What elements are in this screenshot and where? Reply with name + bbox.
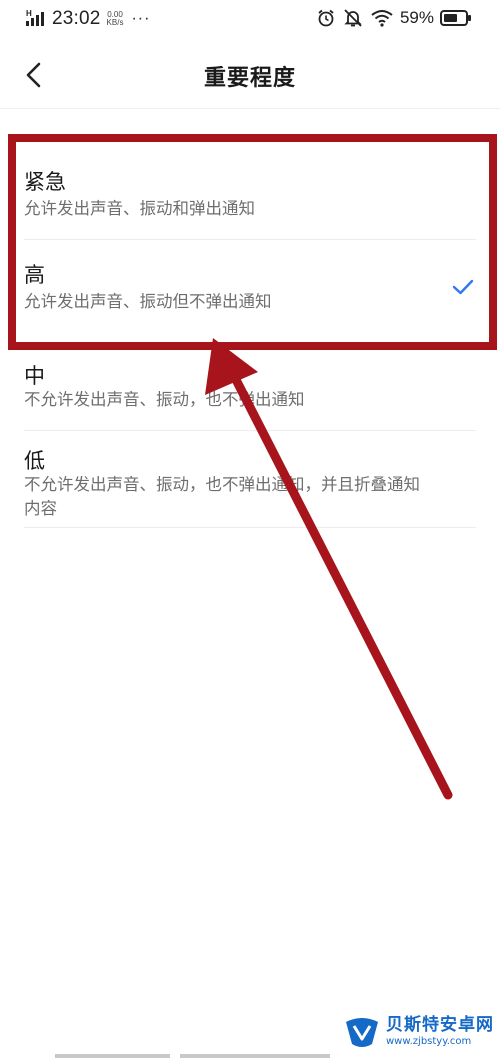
- option-title: 低: [24, 449, 45, 473]
- check-icon: [452, 279, 474, 295]
- network-type: H: [26, 9, 32, 18]
- battery-percent: 59%: [399, 8, 434, 27]
- option-description: 允许发出声音、振动和弹出通知: [24, 199, 255, 218]
- net-speed-unit: KB/s: [106, 18, 124, 27]
- bottom-strip: [55, 1054, 170, 1058]
- status-left: H 23:02 0.00 KB/s ···: [26, 8, 150, 30]
- option-title: 高: [24, 263, 45, 287]
- overflow-icon: ···: [131, 10, 151, 27]
- title-bar: 重要程度: [0, 44, 500, 109]
- bottom-strip: [180, 1054, 330, 1058]
- option-high[interactable]: 高 允许发出声音、振动但不弹出通知: [0, 240, 500, 335]
- status-time: 23:02: [52, 8, 101, 29]
- option-description: 不允许发出声音、振动，也不弹出通知: [24, 390, 305, 409]
- signal-icon: H: [26, 9, 48, 28]
- watermark-name: 贝斯特安卓网: [386, 1015, 494, 1035]
- alarm-icon: [318, 9, 334, 27]
- option-description: 不允许发出声音、振动，也不弹出通知，并且折叠通知内容: [24, 475, 420, 518]
- divider: [24, 430, 476, 431]
- watermark-url: www.zjbstyy.com: [386, 1036, 472, 1047]
- status-right: 59%: [316, 8, 472, 28]
- watermark-logo-icon: [346, 1018, 378, 1047]
- page-title: 重要程度: [203, 66, 296, 91]
- battery-icon: [440, 10, 471, 26]
- option-title: 紧急: [24, 170, 66, 194]
- option-title: 中: [24, 364, 45, 388]
- option-description: 允许发出声音、振动但不弹出通知: [24, 292, 272, 311]
- option-urgent[interactable]: 紧急 允许发出声音、振动和弹出通知: [0, 150, 500, 240]
- watermark: 贝斯特安卓网 www.zjbstyy.com: [342, 1012, 494, 1052]
- net-speed: 0.00 KB/s: [107, 11, 124, 27]
- status-bar: H 23:02 0.00 KB/s ··· 59%: [0, 0, 500, 40]
- mute-bell-icon: [344, 9, 362, 27]
- option-medium[interactable]: 中 不允许发出声音、振动，也不弹出通知: [0, 340, 500, 432]
- watermark-text: 贝斯特安卓网 www.zjbstyy.com: [386, 1017, 494, 1047]
- divider: [24, 527, 476, 528]
- option-low[interactable]: 低 不允许发出声音、振动，也不弹出通知，并且折叠通知内容: [0, 432, 500, 528]
- wifi-icon: [371, 10, 393, 27]
